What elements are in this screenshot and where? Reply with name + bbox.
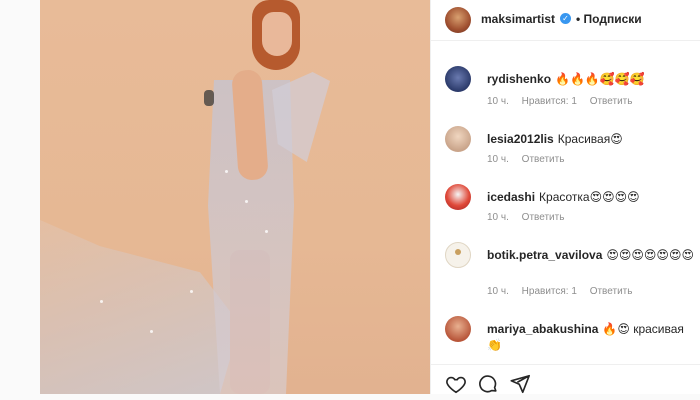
reply-button[interactable]: Ответить (522, 154, 565, 165)
comment-text-line: rydishenko 🔥🔥🔥🥰🥰🥰 (487, 71, 697, 87)
brand-logo-icon (455, 249, 461, 255)
share-icon[interactable] (509, 373, 531, 395)
post-actions-bar (431, 364, 700, 395)
verified-badge-icon: ✓ (560, 13, 571, 24)
comment-meta: 10 ч. Нравится: 1 Ответить (487, 96, 642, 107)
commenter-avatar[interactable] (445, 316, 471, 342)
sparkle (190, 290, 193, 293)
author-username[interactable]: maksimartist (481, 12, 555, 26)
reply-button[interactable]: Ответить (590, 286, 633, 297)
reply-button[interactable]: Ответить (590, 96, 633, 107)
follow-status-button[interactable]: • Подписки (576, 12, 642, 26)
dress-train (40, 220, 240, 394)
sparkle (265, 230, 268, 233)
author-avatar[interactable] (445, 7, 471, 33)
reply-button[interactable]: Ответить (522, 212, 565, 223)
comment-likes[interactable]: Нравится: 1 (522, 286, 577, 297)
comment-time: 10 ч. (487, 154, 509, 165)
sparkle (225, 170, 228, 173)
arm-tattoo (204, 90, 214, 106)
comment-username[interactable]: icedashi (487, 190, 535, 204)
sparkle (150, 330, 153, 333)
commenter-avatar[interactable] (445, 66, 471, 92)
comment-text-line: lesia2012lis Красивая😍 (487, 131, 697, 147)
comment-username[interactable]: rydishenko (487, 72, 551, 86)
comment-time: 10 ч. (487, 212, 509, 223)
comment-icon[interactable] (477, 373, 499, 395)
post-photo[interactable]: › (40, 0, 430, 394)
comment-text: Красивая😍 (557, 132, 623, 146)
heart-icon[interactable] (445, 373, 467, 395)
comment-time: 10 ч. (487, 286, 509, 297)
figure-face (262, 12, 292, 56)
comment-username[interactable]: lesia2012lis (487, 132, 554, 146)
comment-meta: 10 ч. Нравится: 1 Ответить (487, 286, 642, 297)
comment-text-line: botik.petra_vavilova 😍😍😍😍😍😍😍 (487, 247, 697, 263)
comment-text-line: mariya_abakushina 🔥😍 красивая👏 (487, 321, 697, 353)
post-header: maksimartist ✓ • Подписки (431, 0, 700, 41)
post-sidebar: maksimartist ✓ • Подписки rydishenko 🔥🔥🔥🥰… (430, 0, 700, 394)
commenter-avatar[interactable] (445, 184, 471, 210)
comment-meta: 10 ч. Ответить (487, 212, 574, 223)
comment-time: 10 ч. (487, 96, 509, 107)
comment-username[interactable]: botik.petra_vavilova (487, 248, 602, 262)
comment-likes[interactable]: Нравится: 1 (522, 96, 577, 107)
sparkle (100, 300, 103, 303)
sparkle (245, 200, 248, 203)
comment-text: Красотка😍😍😍😍 (539, 190, 640, 204)
commenter-avatar[interactable] (445, 242, 471, 268)
comment-username[interactable]: mariya_abakushina (487, 322, 598, 336)
comment-text: 😍😍😍😍😍😍😍 (606, 248, 694, 262)
commenter-avatar[interactable] (445, 126, 471, 152)
comment-meta: 10 ч. Ответить (487, 154, 574, 165)
comment-text-line: icedashi Красотка😍😍😍😍 (487, 189, 697, 205)
comment-text: 🔥🔥🔥🥰🥰🥰 (555, 72, 645, 86)
